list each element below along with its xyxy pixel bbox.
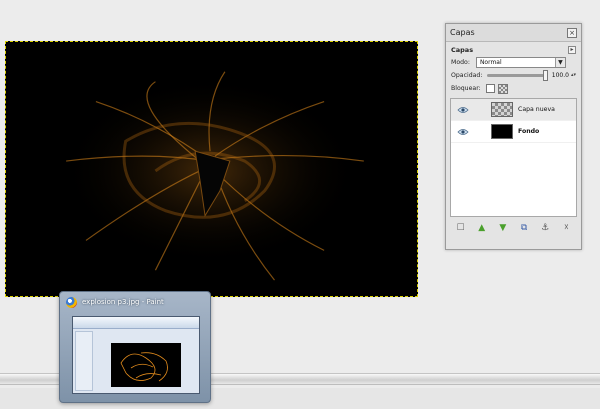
lock-pixels-checkbox[interactable] xyxy=(485,84,495,93)
layer-thumbnail xyxy=(491,124,513,139)
layers-dialog[interactable]: Capas × Capas ▸ Modo: Normal ▼ Opacidad:… xyxy=(445,23,582,250)
taskbar-preview-title: explosion p3.jpg - Paint xyxy=(82,298,164,306)
preview-artwork xyxy=(120,352,168,382)
duplicate-layer-icon[interactable]: ⧉ xyxy=(519,223,530,234)
tab-layers[interactable]: Capas xyxy=(451,46,473,54)
explosion-artwork xyxy=(6,42,417,296)
tab-menu-icon[interactable]: ▸ xyxy=(568,46,576,54)
chevron-down-icon[interactable]: ▼ xyxy=(554,58,565,67)
lock-label: Bloquear: xyxy=(451,85,481,92)
lock-alpha-icon[interactable] xyxy=(497,83,508,94)
opacity-value[interactable]: 100.0 xyxy=(552,72,569,79)
layers-dialog-title: Capas xyxy=(450,28,475,37)
opacity-slider[interactable] xyxy=(487,70,548,81)
delete-layer-icon[interactable]: ☓ xyxy=(561,223,572,234)
layer-list[interactable]: Capa nueva Fondo xyxy=(450,98,577,217)
mode-value: Normal xyxy=(479,59,502,66)
layer-row-fondo[interactable]: Fondo xyxy=(451,121,576,143)
canvas-area[interactable] xyxy=(0,0,440,300)
raise-layer-icon[interactable]: ▲ xyxy=(476,223,487,234)
mode-select[interactable]: Normal ▼ xyxy=(475,57,566,68)
layer-name[interactable]: Capa nueva xyxy=(518,106,555,113)
lower-layer-icon[interactable]: ▼ xyxy=(497,223,508,234)
window-preview[interactable] xyxy=(72,316,200,394)
layers-dialog-titlebar[interactable]: Capas × xyxy=(446,24,581,42)
new-layer-icon[interactable]: ☐ xyxy=(455,223,466,234)
opacity-slider-handle[interactable] xyxy=(542,70,548,81)
layer-thumbnail xyxy=(491,102,513,117)
mode-label: Modo: xyxy=(451,59,470,66)
image-canvas[interactable] xyxy=(5,41,418,297)
layer-name[interactable]: Fondo xyxy=(518,128,539,135)
taskbar-thumbnail-popup[interactable]: explosion p3.jpg - Paint xyxy=(59,291,211,403)
preview-ribbon xyxy=(73,317,199,329)
eye-icon[interactable] xyxy=(457,128,469,136)
opacity-spin-icon[interactable]: ▴▾ xyxy=(571,73,576,78)
anchor-layer-icon[interactable]: ⚓ xyxy=(540,223,551,234)
preview-image xyxy=(111,343,181,387)
layers-footer-toolbar: ☐ ▲ ▼ ⧉ ⚓ ☓ xyxy=(446,217,581,234)
eye-icon[interactable] xyxy=(457,106,469,114)
preview-toolbar xyxy=(75,331,93,391)
opacity-label: Opacidad: xyxy=(451,72,483,79)
paint-icon xyxy=(66,296,77,308)
layer-row-capa-nueva[interactable]: Capa nueva xyxy=(451,99,576,121)
close-icon[interactable]: × xyxy=(567,27,577,38)
